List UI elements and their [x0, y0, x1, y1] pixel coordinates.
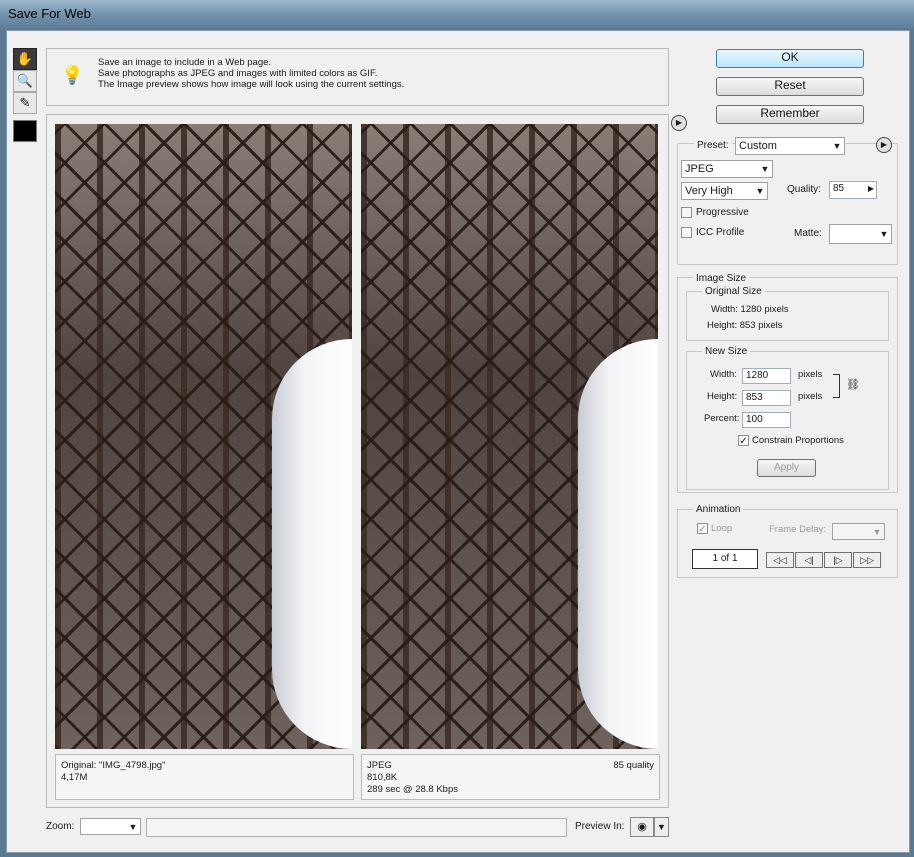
tip-line-3: The Image preview shows how image will l… [98, 79, 405, 90]
optimized-format: JPEG [367, 760, 392, 771]
zoom-select[interactable]: ▼ [80, 818, 141, 835]
frame-counter: 1 of 1 [692, 549, 758, 569]
original-info-panel: Original: "IMG_4798.jpg" 4,17M [55, 754, 354, 800]
quality-input[interactable]: 85 ▶ [829, 181, 877, 199]
width-input[interactable]: 1280 [742, 368, 791, 384]
original-image-preview[interactable] [55, 124, 352, 749]
eyedropper-icon[interactable]: ✎ [13, 92, 37, 114]
width-unit: pixels [798, 369, 823, 380]
chevron-down-icon: ▼ [872, 527, 882, 537]
browser-icon[interactable]: ◉ [630, 817, 654, 837]
format-value: JPEG [685, 163, 714, 175]
animation-label: Animation [693, 504, 744, 515]
chevron-down-icon[interactable]: ▼ [654, 817, 669, 837]
frame-delay-select[interactable]: ▼ [832, 523, 885, 540]
chevron-down-icon: ▼ [879, 229, 889, 239]
chevron-down-icon: ▼ [755, 186, 765, 196]
frame-delay-label: Frame Delay: [769, 524, 827, 535]
format-select[interactable]: JPEG ▼ [681, 160, 773, 178]
remember-button[interactable]: Remember [716, 105, 864, 124]
percent-input[interactable]: 100 [742, 412, 791, 428]
width-label: Width: [710, 369, 737, 380]
loop-label: Loop [711, 523, 733, 534]
optimized-info-panel: JPEG 85 quality 810,8K 289 sec @ 28.8 Kb… [361, 754, 660, 800]
constrain-proportions-checkbox[interactable]: ✓ [738, 435, 749, 447]
new-size-label: New Size [702, 346, 751, 357]
first-frame-button[interactable]: ◁◁ [766, 552, 794, 568]
chevron-down-icon: ▼ [832, 141, 842, 151]
original-size-label: Original Size [702, 286, 765, 297]
preview-in-label: Preview In: [575, 821, 625, 832]
title-bar: Save For Web [0, 0, 914, 28]
color-swatch[interactable] [13, 120, 37, 142]
loop-checkbox[interactable]: ✓ [697, 523, 708, 535]
original-width: Width: 1280 pixels [711, 304, 789, 315]
zoom-icon[interactable]: 🔍 [13, 70, 37, 92]
quality-value: 85 [833, 183, 845, 194]
next-frame-button[interactable]: |▷ [824, 552, 852, 568]
percent-label: Percent: [704, 413, 740, 424]
image-size-label: Image Size [693, 273, 750, 284]
optimized-quality: 85 quality [613, 760, 654, 771]
height-unit: pixels [798, 391, 823, 402]
window-title: Save For Web [8, 6, 91, 21]
icc-profile-label: ICC Profile [696, 227, 745, 238]
preset-value: Custom [739, 140, 777, 152]
hand-icon[interactable]: ✋ [13, 48, 37, 70]
ok-button[interactable]: OK [716, 49, 864, 68]
chain-link-icon: ⛓ [846, 379, 860, 391]
quality-preset-value: Very High [685, 185, 733, 197]
slider-arrow-icon: ▶ [867, 184, 874, 193]
original-filename: Original: "IMG_4798.jpg" [61, 760, 166, 771]
quality-label: Quality: [787, 184, 821, 195]
original-height: Height: 853 pixels [707, 320, 783, 331]
matte-select[interactable]: ▼ [829, 224, 892, 244]
lightbulb-icon: 💡 [61, 65, 84, 85]
height-input[interactable]: 853 [742, 390, 791, 406]
height-label: Height: [707, 391, 738, 402]
tip-panel: 💡 Save an image to include in a Web page… [46, 48, 669, 106]
status-field [146, 818, 567, 837]
sky-region [578, 339, 658, 749]
zoom-label: Zoom: [46, 821, 75, 832]
apply-button[interactable]: Apply [757, 459, 816, 477]
link-bracket [833, 374, 840, 398]
preset-menu-icon[interactable]: ▶ [876, 137, 892, 153]
reset-button[interactable]: Reset [716, 77, 864, 96]
previous-frame-button[interactable]: ◁| [795, 552, 823, 568]
constrain-proportions-label: Constrain Proportions [752, 435, 844, 446]
preset-select[interactable]: Custom ▼ [735, 137, 845, 155]
optimize-menu-icon[interactable]: ▶ [671, 115, 687, 131]
last-frame-button[interactable]: ▷▷ [853, 552, 881, 568]
icc-profile-checkbox[interactable] [681, 227, 692, 238]
original-size: 4,17M [61, 772, 88, 783]
original-size-group [686, 291, 889, 341]
sky-region [272, 339, 352, 749]
quality-preset-select[interactable]: Very High ▼ [681, 182, 768, 200]
chevron-down-icon: ▼ [760, 164, 770, 174]
progressive-label: Progressive [696, 207, 749, 218]
preset-label: Preset: [694, 140, 732, 151]
progressive-checkbox[interactable] [681, 207, 692, 218]
optimized-image-preview[interactable] [361, 124, 658, 749]
chevron-down-icon: ▼ [128, 822, 138, 832]
download-time: 289 sec @ 28.8 Kbps [367, 784, 458, 795]
optimized-file-size: 810,8K [367, 772, 398, 783]
matte-label: Matte: [794, 228, 822, 239]
